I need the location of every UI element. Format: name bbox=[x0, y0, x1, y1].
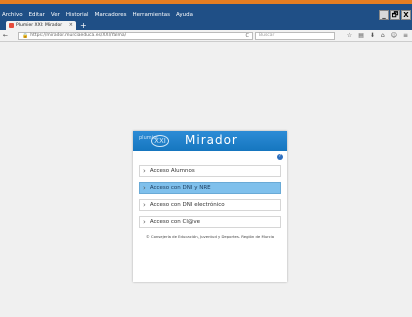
maximize-button[interactable]: 🗗 bbox=[390, 10, 400, 20]
menu-editar[interactable]: Editar bbox=[29, 10, 45, 20]
navigation-bar: ← 🔒 https://mirador.murciaeduca.es/XXI/Y… bbox=[0, 30, 412, 42]
chevron-right-icon: › bbox=[143, 167, 146, 175]
help-icon[interactable]: ? bbox=[277, 154, 283, 160]
login-card: plumier XXI Mirador ? › Acceso Alumnos ›… bbox=[133, 131, 287, 282]
plumier-logo-mark: XXI bbox=[151, 135, 169, 147]
close-window-button[interactable]: X bbox=[401, 10, 411, 20]
download-icon[interactable]: ⬇ bbox=[370, 32, 375, 40]
menu-herramientas[interactable]: Herramientas bbox=[133, 10, 170, 20]
option-label: Acceso con DNI y NRE bbox=[149, 185, 211, 191]
option-label: Acceso Alumnos bbox=[149, 168, 195, 174]
page-content: plumier XXI Mirador ? › Acceso Alumnos ›… bbox=[0, 42, 412, 317]
new-tab-button[interactable]: + bbox=[80, 21, 87, 30]
card-footer: © Consejería de Educación, Juventud y De… bbox=[145, 234, 275, 239]
tab-close-icon[interactable]: × bbox=[69, 21, 73, 30]
menu-archivo[interactable]: Archivo bbox=[2, 10, 23, 20]
favicon-icon bbox=[9, 23, 14, 28]
option-acceso-alumnos[interactable]: › Acceso Alumnos bbox=[139, 165, 281, 177]
url-text: https://mirador.murciaeduca.es/XXI/Yalma… bbox=[30, 33, 127, 38]
search-placeholder: Buscar bbox=[259, 33, 275, 38]
account-icon[interactable]: ☺ bbox=[391, 32, 397, 40]
window-titlebar: Archivo Editar Ver Historial Marcadores … bbox=[0, 4, 412, 20]
chevron-right-icon: › bbox=[143, 184, 146, 192]
tab-title: Plumier XXI: Mirador bbox=[16, 23, 63, 28]
menu-historial[interactable]: Historial bbox=[66, 10, 89, 20]
tab-strip: Plumier XXI: Mirador × + bbox=[0, 20, 412, 30]
card-header: plumier XXI Mirador bbox=[133, 131, 287, 151]
browser-tab[interactable]: Plumier XXI: Mirador × bbox=[6, 21, 76, 30]
back-button[interactable]: ← bbox=[3, 32, 8, 39]
option-dni-electronico[interactable]: › Acceso con DNI electrónico bbox=[139, 199, 281, 211]
lock-icon: 🔒 bbox=[22, 33, 29, 39]
chevron-right-icon: › bbox=[143, 201, 146, 209]
menu-ver[interactable]: Ver bbox=[51, 10, 60, 20]
menubar: Archivo Editar Ver Historial Marcadores … bbox=[2, 10, 193, 20]
browser-toolbar-icons: ☆ ▤ ⬇ ⌂ ☺ ≡ bbox=[347, 32, 408, 40]
chevron-right-icon: › bbox=[143, 218, 146, 226]
reload-button[interactable]: C bbox=[246, 33, 250, 39]
hamburger-menu-icon[interactable]: ≡ bbox=[403, 32, 408, 40]
menu-marcadores[interactable]: Marcadores bbox=[95, 10, 127, 20]
menu-ayuda[interactable]: Ayuda bbox=[176, 10, 193, 20]
option-dni-nre[interactable]: › Acceso con DNI y NRE bbox=[139, 182, 281, 194]
address-bar[interactable]: 🔒 https://mirador.murciaeduca.es/XXI/Yal… bbox=[18, 32, 253, 40]
option-clave[interactable]: › Acceso con Cl@ve bbox=[139, 216, 281, 228]
home-icon[interactable]: ⌂ bbox=[381, 32, 385, 40]
option-label: Acceso con Cl@ve bbox=[149, 219, 201, 225]
window-controls: _ 🗗 X bbox=[379, 10, 411, 20]
option-label: Acceso con DNI electrónico bbox=[149, 202, 225, 208]
app-title: Mirador bbox=[185, 133, 238, 147]
minimize-button[interactable]: _ bbox=[379, 10, 389, 20]
bookmark-star-icon[interactable]: ☆ bbox=[347, 32, 352, 40]
library-icon[interactable]: ▤ bbox=[358, 32, 364, 40]
search-input[interactable]: Buscar bbox=[255, 32, 335, 40]
